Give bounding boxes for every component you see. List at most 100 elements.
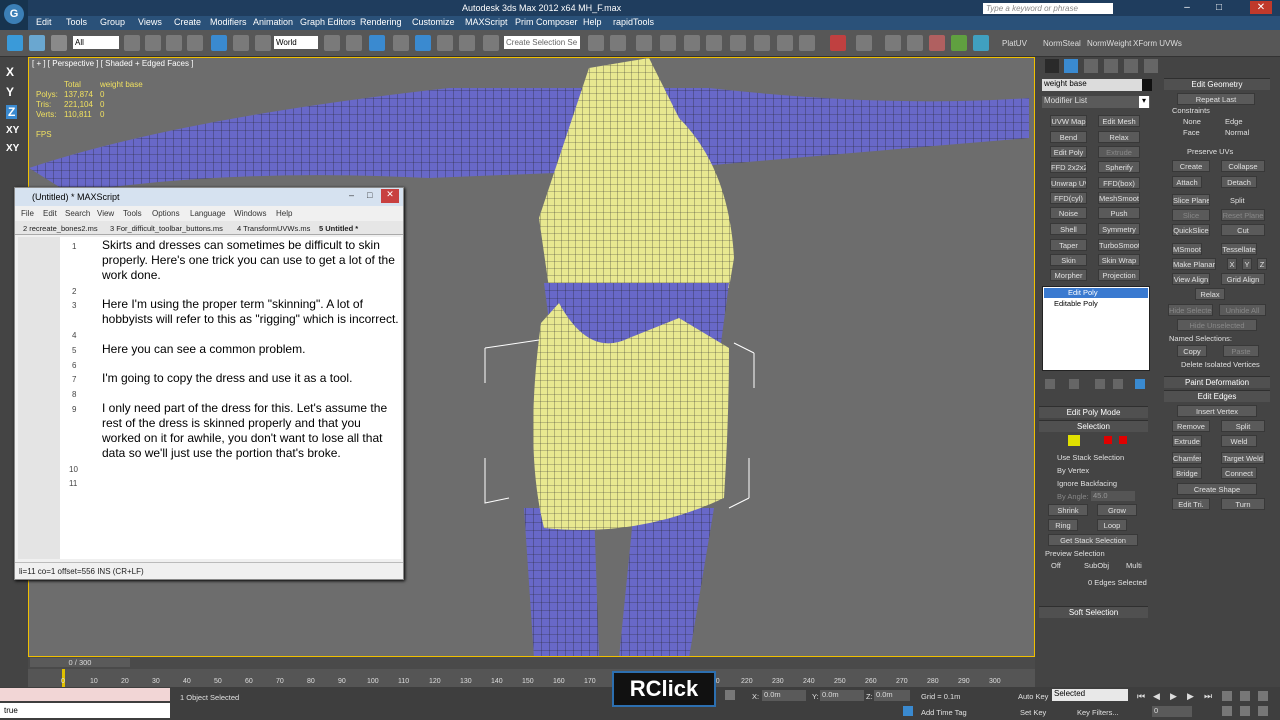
collapse-button[interactable]: Collapse [1221, 160, 1265, 172]
select-object-icon[interactable] [124, 35, 140, 51]
menu-create[interactable]: Create [174, 17, 201, 27]
application-button[interactable]: G [0, 0, 28, 30]
connect-button[interactable]: Connect [1221, 467, 1257, 479]
rollout-selection[interactable]: Selection [1039, 420, 1148, 432]
script-tool-icon[interactable] [885, 35, 901, 51]
edge-mode-icon[interactable] [1068, 435, 1080, 446]
utilities-tab-icon[interactable] [1144, 59, 1158, 73]
edit-tri-button[interactable]: Edit Tri. [1172, 498, 1210, 510]
axis-y-button[interactable]: Y [6, 85, 14, 99]
zoom-extents-icon[interactable] [1258, 691, 1268, 701]
menu-group[interactable]: Group [100, 17, 125, 27]
modifier-button-extrude[interactable]: Extrude [1098, 146, 1140, 158]
spinner-snap-icon[interactable] [459, 35, 475, 51]
menu-rendering[interactable]: Rendering [360, 17, 402, 27]
bind-space-warp-icon[interactable] [51, 35, 67, 51]
modifier-button-symmetry[interactable]: Symmetry [1098, 223, 1140, 235]
make-unique-icon[interactable] [1095, 379, 1105, 389]
shrink-button[interactable]: Shrink [1048, 504, 1088, 516]
planar-y-button[interactable]: Y [1242, 258, 1252, 270]
object-color-swatch[interactable] [1142, 79, 1152, 91]
add-time-tag-button[interactable]: Add Time Tag [921, 708, 967, 717]
modifier-button-unwrap-uvw[interactable]: Unwrap UVW [1050, 177, 1087, 189]
set-key-button[interactable]: Set Key [1020, 708, 1046, 717]
normsteal-button[interactable]: NormSteal [1043, 39, 1081, 48]
planar-x-button[interactable]: X [1227, 258, 1237, 270]
editor-menu-tools[interactable]: Tools [123, 209, 142, 218]
use-stack-selection-checkbox[interactable]: Use Stack Selection [1057, 453, 1124, 462]
modifier-button-push[interactable]: Push [1098, 207, 1140, 219]
editor-menu-language[interactable]: Language [190, 209, 226, 218]
stack-item-edit-poly[interactable]: Edit Poly [1044, 288, 1148, 298]
menu-rapidtools[interactable]: rapidTools [613, 17, 654, 27]
ribbon-icon[interactable] [660, 35, 676, 51]
reference-coord-dropdown[interactable]: World [274, 36, 318, 49]
target-weld-button[interactable]: Target Weld [1221, 452, 1265, 464]
xform-uvws-button[interactable]: XForm UVWs [1133, 39, 1182, 48]
modifier-button-spherify[interactable]: Spherify [1098, 161, 1140, 173]
create-button[interactable]: Create [1172, 160, 1210, 172]
quickslice-button[interactable]: QuickSlice [1172, 224, 1210, 236]
create-tab-icon[interactable] [1045, 59, 1059, 73]
z-coordinate-field[interactable]: 0.0m [874, 690, 910, 701]
pivot-center-icon[interactable] [324, 35, 340, 51]
relax-button[interactable]: Relax [1195, 288, 1225, 300]
tab-difficult-toolbar[interactable]: 3 For_difficult_toolbar_buttons.ms [110, 224, 223, 233]
script-tool-icon[interactable] [830, 35, 846, 51]
delete-isolated-vertices-checkbox[interactable]: Delete Isolated Vertices [1181, 360, 1260, 369]
split-button[interactable]: Split [1221, 420, 1265, 432]
detach-button[interactable]: Detach [1221, 176, 1257, 188]
modifier-button-ffd-2x2x2[interactable]: FFD 2x2x2 [1050, 161, 1087, 173]
tab-untitled[interactable]: 5 Untitled * [319, 224, 358, 233]
render-icon[interactable] [799, 35, 815, 51]
weld-button[interactable]: Weld [1221, 435, 1257, 447]
editor-menu-view[interactable]: View [97, 209, 114, 218]
tab-transform-uvws[interactable]: 4 TransformUVWs.ms [237, 224, 310, 233]
slice-button[interactable]: Slice [1172, 209, 1210, 221]
key-mode-dropdown[interactable]: Selected [1052, 689, 1128, 701]
axis-xy-button[interactable]: XY [6, 143, 19, 154]
editor-text-area[interactable]: 1 Skirts and dresses can sometimes be di… [60, 237, 401, 559]
script-tool-icon[interactable] [973, 35, 989, 51]
script-tool-icon[interactable] [951, 35, 967, 51]
snaps-toggle-icon[interactable] [393, 35, 409, 51]
go-to-start-icon[interactable]: ⏮ [1137, 691, 1145, 702]
constraint-none-radio[interactable]: None [1183, 117, 1201, 126]
tessellate-button[interactable]: Tessellate [1221, 243, 1257, 255]
motion-tab-icon[interactable] [1104, 59, 1118, 73]
angle-snap-icon[interactable] [415, 35, 431, 51]
configure-sets-icon[interactable] [1135, 379, 1145, 389]
copy-button[interactable]: Copy [1177, 345, 1207, 357]
reset-plane-button[interactable]: Reset Plane [1221, 209, 1265, 221]
modifier-stack[interactable]: Edit Poly Editable Poly [1042, 286, 1150, 371]
time-slider[interactable]: 0 / 300 [30, 658, 130, 667]
rollout-paint-deformation[interactable]: Paint Deformation [1164, 376, 1270, 388]
modifier-button-turbosmooth[interactable]: TurboSmooth [1098, 239, 1140, 251]
chevron-down-icon[interactable]: ▾ [1139, 96, 1149, 108]
hide-selected-button[interactable]: Hide Selected [1168, 304, 1213, 316]
close-button[interactable]: ✕ [1250, 1, 1272, 14]
by-vertex-checkbox[interactable]: By Vertex [1057, 466, 1089, 475]
auto-key-button[interactable]: Auto Key [1018, 692, 1048, 701]
edit-named-selection-icon[interactable] [483, 35, 499, 51]
polygon-mode-icon[interactable] [1104, 436, 1112, 444]
material-editor-icon[interactable] [730, 35, 746, 51]
key-filters-button[interactable]: Key Filters... [1077, 708, 1119, 717]
constraint-face-radio[interactable]: Face [1183, 128, 1200, 137]
display-tab-icon[interactable] [1124, 59, 1138, 73]
move-icon[interactable] [211, 35, 227, 51]
rollout-edit-poly-mode[interactable]: Edit Poly Mode [1039, 406, 1148, 418]
preserve-uvs-checkbox[interactable]: Preserve UVs [1187, 147, 1233, 156]
maxscript-editor-window[interactable]: (Untitled) * MAXScript – □ ✕ File Edit S… [14, 187, 404, 580]
rollout-edit-edges[interactable]: Edit Edges [1164, 390, 1270, 402]
loop-button[interactable]: Loop [1097, 519, 1127, 531]
ring-button[interactable]: Ring [1048, 519, 1078, 531]
preview-subobj-radio[interactable]: SubObj [1084, 561, 1109, 570]
next-frame-icon[interactable]: ▶ [1187, 691, 1194, 702]
repeat-last-button[interactable]: Repeat Last [1177, 93, 1255, 105]
viewport-label[interactable]: [ + ] [ Perspective ] [ Shaded + Edged F… [32, 59, 193, 68]
modifier-button-meshsmooth[interactable]: MeshSmooth [1098, 192, 1140, 204]
editor-menu-search[interactable]: Search [65, 209, 90, 218]
current-frame-field[interactable]: 0 [1152, 706, 1192, 717]
rollout-edit-geometry[interactable]: Edit Geometry [1164, 78, 1270, 90]
